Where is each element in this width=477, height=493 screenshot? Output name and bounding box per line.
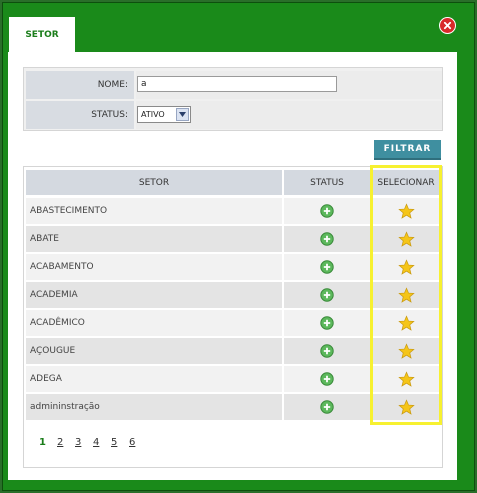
modal-panel: NOME: STATUS: ATIVO FILTRAR (8, 52, 457, 480)
status-cell (284, 198, 370, 224)
status-row: STATUS: ATIVO (26, 101, 442, 129)
header-selecionar: SELECIONAR (372, 170, 440, 195)
setor-cell: admininstração (26, 394, 282, 420)
table-header: SETOR STATUS SELECIONAR (26, 170, 440, 195)
page-link[interactable]: 4 (93, 437, 111, 451)
status-cell (284, 282, 370, 308)
plus-circle-icon[interactable] (320, 204, 334, 218)
plus-circle-icon[interactable] (320, 372, 334, 386)
plus-circle-icon[interactable] (320, 400, 334, 414)
modal-frame: SETOR NOME: STATUS: ATIVO (2, 2, 475, 491)
select-cell (372, 310, 440, 336)
plus-circle-icon[interactable] (320, 344, 334, 358)
table-row: AÇOUGUE (26, 338, 440, 364)
status-cell (284, 310, 370, 336)
status-cell (284, 366, 370, 392)
close-button[interactable] (439, 17, 456, 34)
page-link[interactable]: 6 (129, 437, 147, 451)
status-cell (284, 338, 370, 364)
page-link[interactable]: 1 (39, 437, 57, 451)
plus-circle-icon[interactable] (320, 232, 334, 246)
star-icon[interactable] (397, 202, 415, 220)
status-cell (284, 394, 370, 420)
close-icon (443, 21, 452, 30)
header-setor[interactable]: SETOR (26, 170, 282, 195)
page-link[interactable]: 2 (57, 437, 75, 451)
name-input[interactable] (137, 76, 337, 92)
name-label: NOME: (26, 71, 134, 99)
select-cell (372, 226, 440, 252)
star-icon[interactable] (397, 258, 415, 276)
status-select[interactable]: ATIVO (137, 106, 191, 123)
table-row: ACABAMENTO (26, 254, 440, 280)
setor-cell: ADEGA (26, 366, 282, 392)
table-row: ABATE (26, 226, 440, 252)
select-cell (372, 198, 440, 224)
status-cell (284, 254, 370, 280)
status-select-value: ATIVO (141, 110, 165, 119)
star-icon[interactable] (397, 314, 415, 332)
setor-cell: ACADÊMICO (26, 310, 282, 336)
filter-form: NOME: STATUS: ATIVO (23, 67, 443, 131)
star-icon[interactable] (397, 230, 415, 248)
select-cell (372, 254, 440, 280)
table-row: ABASTECIMENTO (26, 198, 440, 224)
results-table: SETOR STATUS SELECIONAR ABASTECIMENTO ABA… (23, 166, 443, 468)
table-row: ACADÊMICO (26, 310, 440, 336)
name-row: NOME: (26, 71, 442, 99)
page-link[interactable]: 3 (75, 437, 93, 451)
select-cell (372, 366, 440, 392)
filter-button[interactable]: FILTRAR (374, 140, 441, 160)
table-row: admininstração (26, 394, 440, 420)
plus-circle-icon[interactable] (320, 260, 334, 274)
header-status[interactable]: STATUS (284, 170, 370, 195)
star-icon[interactable] (397, 370, 415, 388)
setor-cell: AÇOUGUE (26, 338, 282, 364)
setor-cell: ACABAMENTO (26, 254, 282, 280)
setor-cell: ABATE (26, 226, 282, 252)
status-label: STATUS: (26, 101, 134, 129)
setor-cell: ABASTECIMENTO (26, 198, 282, 224)
select-cell (372, 394, 440, 420)
select-cell (372, 282, 440, 308)
setor-cell: ACADEMIA (26, 282, 282, 308)
page-link[interactable]: 5 (111, 437, 129, 451)
table-row: ADEGA (26, 366, 440, 392)
plus-circle-icon[interactable] (320, 288, 334, 302)
star-icon[interactable] (397, 286, 415, 304)
status-cell (284, 226, 370, 252)
star-icon[interactable] (397, 398, 415, 416)
pagination: 123456 (39, 437, 147, 451)
table-row: ACADEMIA (26, 282, 440, 308)
plus-circle-icon[interactable] (320, 316, 334, 330)
tab-setor[interactable]: SETOR (9, 17, 75, 53)
chevron-down-icon (176, 108, 189, 121)
star-icon[interactable] (397, 342, 415, 360)
select-cell (372, 338, 440, 364)
